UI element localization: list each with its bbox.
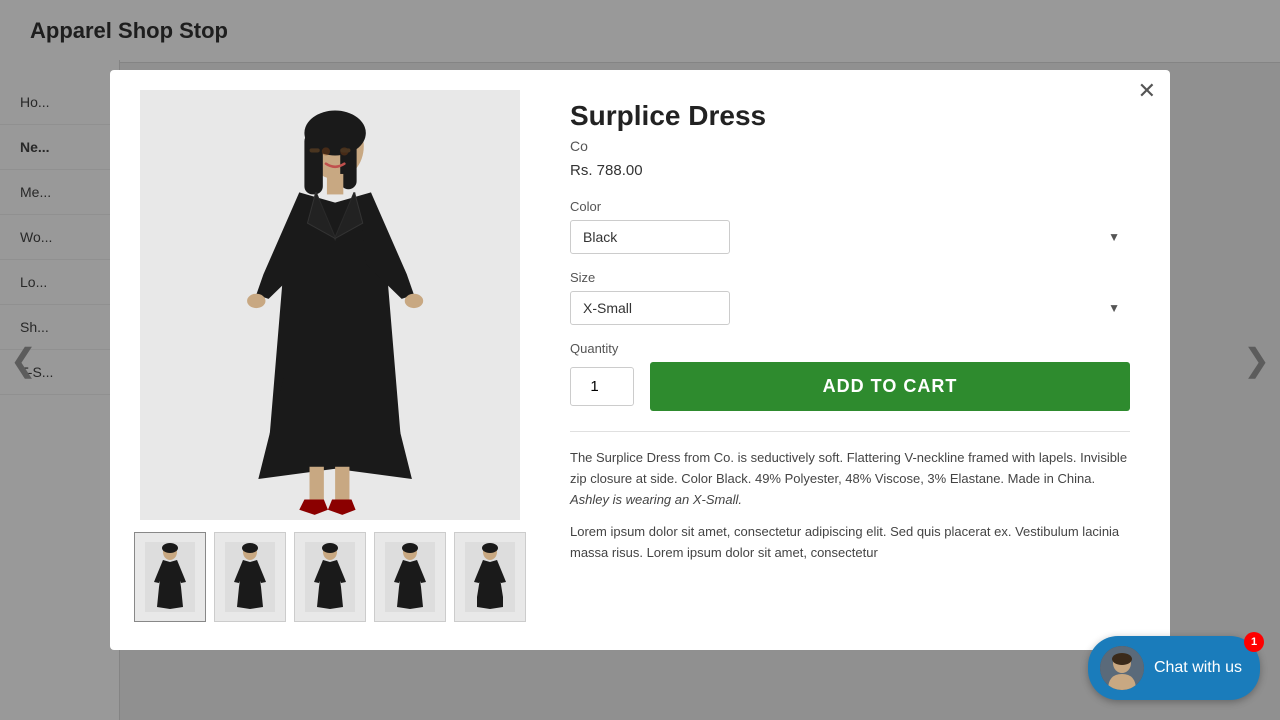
chat-button[interactable]: Chat with us 1 xyxy=(1088,636,1260,700)
description-divider xyxy=(570,431,1130,432)
color-select-arrow: ▼ xyxy=(1108,230,1120,244)
product-title: Surplice Dress xyxy=(570,100,1130,132)
chat-avatar xyxy=(1100,646,1144,690)
chat-label: Chat with us xyxy=(1154,659,1242,677)
size-label: Size xyxy=(570,270,1130,285)
product-modal: ✕ xyxy=(110,70,1170,650)
quantity-label: Quantity xyxy=(570,341,1130,356)
product-brand: Co xyxy=(570,138,1130,154)
thumbnail-2[interactable] xyxy=(214,532,286,622)
modal-close-button[interactable]: ✕ xyxy=(1138,80,1156,102)
quantity-input[interactable] xyxy=(570,367,634,406)
product-images-section xyxy=(110,70,550,650)
product-details-section: Surplice Dress Co Rs. 788.00 Color Black… xyxy=(550,70,1170,650)
chat-badge: 1 xyxy=(1244,632,1264,652)
thumbnail-4[interactable] xyxy=(374,532,446,622)
thumbnail-list xyxy=(134,532,526,622)
thumbnail-1[interactable] xyxy=(134,532,206,622)
color-select[interactable]: Black White Navy Red xyxy=(570,220,730,254)
thumbnail-5[interactable] xyxy=(454,532,526,622)
product-description: The Surplice Dress from Co. is seductive… xyxy=(570,448,1130,510)
lorem-text: Lorem ipsum dolor sit amet, consectetur … xyxy=(570,522,1130,564)
color-label: Color xyxy=(570,199,1130,214)
product-price: Rs. 788.00 xyxy=(570,162,1130,179)
size-select-arrow: ▼ xyxy=(1108,301,1120,315)
size-selector-wrapper: X-Small Small Medium Large X-Large ▼ xyxy=(570,291,1130,325)
thumbnail-3[interactable] xyxy=(294,532,366,622)
size-select[interactable]: X-Small Small Medium Large X-Large xyxy=(570,291,730,325)
quantity-cart-row: ADD TO CART xyxy=(570,362,1130,411)
main-product-image xyxy=(140,90,520,520)
add-to-cart-button[interactable]: ADD TO CART xyxy=(650,362,1130,411)
color-selector-wrapper: Black White Navy Red ▼ xyxy=(570,220,1130,254)
dress-svg xyxy=(140,90,520,520)
